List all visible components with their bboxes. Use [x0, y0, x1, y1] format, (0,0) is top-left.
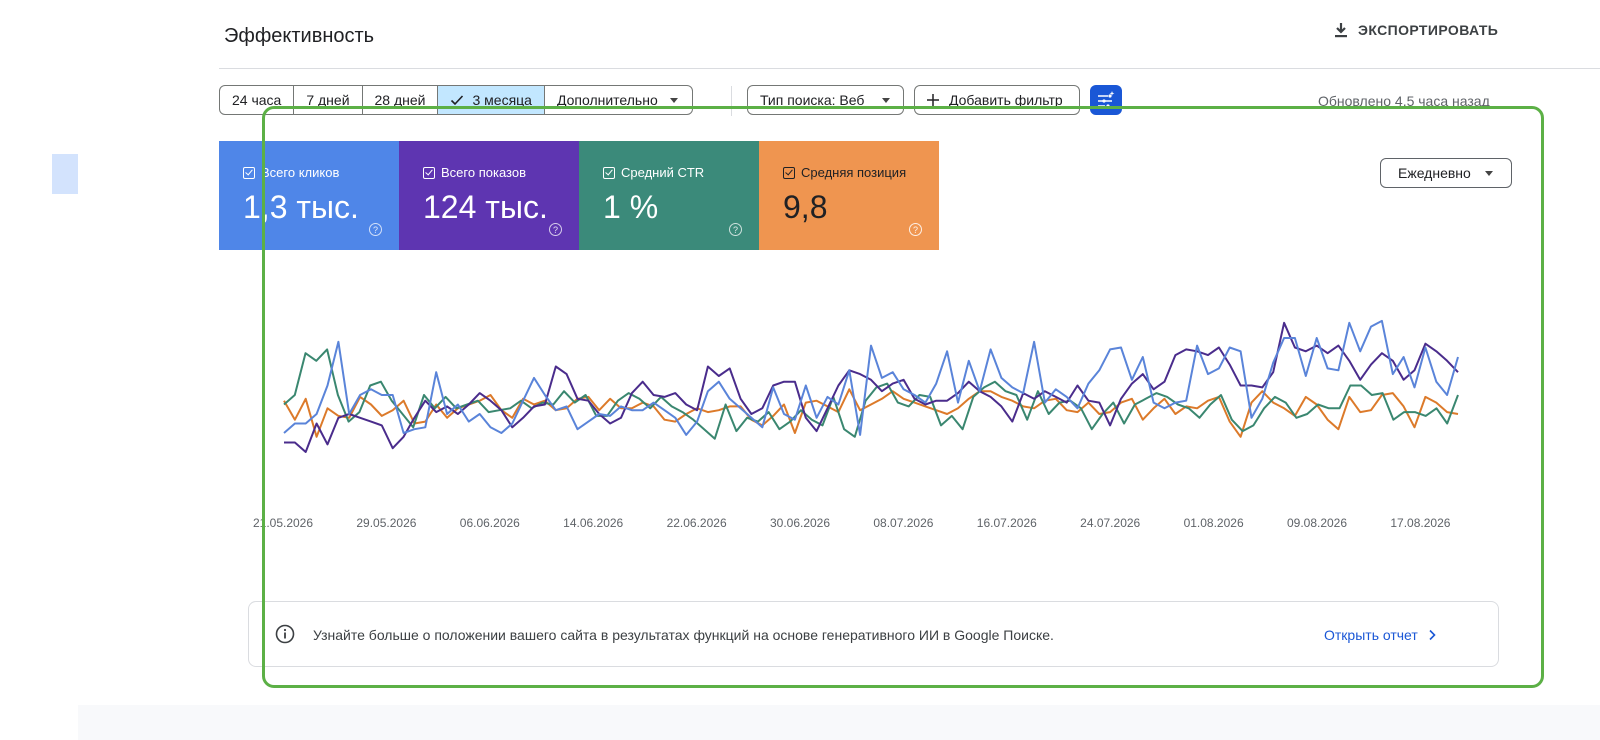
- chevron-right-icon: [1429, 629, 1436, 641]
- metric-name: Средняя позиция: [801, 165, 907, 180]
- info-banner: Узнайте больше о положении вашего сайта …: [248, 601, 1499, 667]
- toolbar-divider: [731, 86, 732, 116]
- export-button[interactable]: ЭКСПОРТИРОВАТЬ: [1334, 22, 1498, 38]
- page-title: Эффективность: [224, 25, 375, 47]
- metric-label: Средняя позиция: [783, 165, 906, 180]
- help-icon[interactable]: ?: [369, 223, 382, 236]
- tune-icon: [1098, 91, 1115, 108]
- compare-button[interactable]: [1090, 85, 1122, 115]
- series-line: [283, 348, 1459, 440]
- x-tick-label: 30.06.2026: [770, 516, 830, 530]
- metric-label: Всего показов: [423, 165, 526, 180]
- chart-series: [283, 319, 1459, 453]
- granularity-label: Ежедневно: [1398, 165, 1471, 181]
- info-icon: [275, 624, 295, 644]
- dropdown-caret-icon: [882, 97, 890, 103]
- x-tick-label: 24.07.2026: [1080, 516, 1140, 530]
- performance-chart: 21.05.2026 29.05.2026 06.06.2026 14.06.2026…: [253, 319, 1459, 530]
- range-more[interactable]: Дополнительно: [545, 86, 692, 114]
- plus-icon: [927, 94, 939, 106]
- open-report-label: Открыть отчет: [1324, 627, 1418, 643]
- metric-cards: Всего кликов 1,3 тыс. ? Всего показов 12…: [219, 141, 939, 250]
- download-icon: [1335, 23, 1347, 38]
- date-range-selector: 24 часа 7 дней 28 дней 3 месяца Дополнит…: [219, 85, 693, 115]
- range-label: 7 дней: [306, 92, 350, 108]
- x-tick-label: 01.08.2026: [1184, 516, 1244, 530]
- range-label: 28 дней: [374, 92, 426, 108]
- add-filter-label: Добавить фильтр: [949, 92, 1063, 108]
- granularity-select[interactable]: Ежедневно: [1380, 158, 1512, 188]
- series-line: [283, 319, 1459, 436]
- help-icon[interactable]: ?: [909, 223, 922, 236]
- metric-value: 1 %: [603, 189, 659, 225]
- left-panel: [0, 0, 78, 740]
- search-type-filter[interactable]: Тип поиска: Веб: [747, 85, 904, 115]
- search-type-label: Тип поиска: Веб: [760, 92, 865, 108]
- x-tick-label: 14.06.2026: [563, 516, 623, 530]
- export-label: ЭКСПОРТИРОВАТЬ: [1358, 22, 1499, 38]
- range-24h[interactable]: 24 часа: [220, 86, 295, 114]
- x-tick-label: 09.08.2026: [1287, 516, 1347, 530]
- x-tick-label: 22.06.2026: [667, 516, 727, 530]
- checkbox-icon: [423, 166, 435, 179]
- x-tick-label: 21.05.2026: [253, 516, 313, 530]
- x-tick-label: 17.08.2026: [1390, 516, 1450, 530]
- metric-value: 9,8: [783, 189, 828, 225]
- range-label: 3 месяца: [472, 92, 532, 108]
- metric-card-position[interactable]: Средняя позиция 9,8 ?: [759, 141, 939, 250]
- range-7d[interactable]: 7 дней: [294, 86, 363, 114]
- x-tick-label: 16.07.2026: [977, 516, 1037, 530]
- range-label: 24 часа: [232, 92, 282, 108]
- last-updated-text: Обновлено 4,5 часа назад: [1318, 93, 1490, 109]
- metric-card-impressions[interactable]: Всего показов 124 тыс. ?: [399, 141, 579, 250]
- metric-name: Всего показов: [441, 165, 526, 180]
- main-content: Эффективность ЭКСПОРТИРОВАТЬ 24 часа 7 д…: [78, 0, 1600, 705]
- x-tick-label: 06.06.2026: [460, 516, 520, 530]
- open-report-link[interactable]: Открыть отчет: [1324, 627, 1436, 643]
- range-3m[interactable]: 3 месяца: [438, 86, 545, 114]
- x-axis-ticks: 21.05.2026 29.05.2026 06.06.2026 14.06.2026…: [253, 516, 1451, 530]
- checkbox-icon: [783, 166, 795, 179]
- help-icon[interactable]: ?: [729, 223, 742, 236]
- checkbox-icon: [603, 166, 615, 179]
- x-tick-label: 29.05.2026: [356, 516, 416, 530]
- dropdown-caret-icon: [669, 97, 678, 103]
- metric-label: Всего кликов: [243, 165, 339, 180]
- metric-label: Средний CTR: [603, 165, 704, 180]
- help-icon[interactable]: ?: [549, 223, 562, 236]
- metric-name: Средний CTR: [621, 165, 705, 180]
- range-label: Дополнительно: [556, 92, 658, 108]
- dropdown-caret-icon: [1484, 170, 1493, 176]
- metric-value: 1,3 тыс.: [243, 189, 359, 225]
- checkbox-icon: [243, 166, 255, 179]
- metric-name: Всего кликов: [261, 165, 340, 180]
- x-tick-label: 08.07.2026: [873, 516, 933, 530]
- check-icon: [451, 95, 464, 106]
- metric-card-clicks[interactable]: Всего кликов 1,3 тыс. ?: [219, 141, 399, 250]
- header-divider: [219, 68, 1600, 69]
- metric-value: 124 тыс.: [423, 189, 548, 225]
- metric-card-ctr[interactable]: Средний CTR 1 % ?: [579, 141, 759, 250]
- add-filter-button[interactable]: Добавить фильтр: [914, 85, 1080, 115]
- range-28d[interactable]: 28 дней: [363, 86, 439, 114]
- info-banner-text: Узнайте больше о положении вашего сайта …: [313, 627, 1054, 643]
